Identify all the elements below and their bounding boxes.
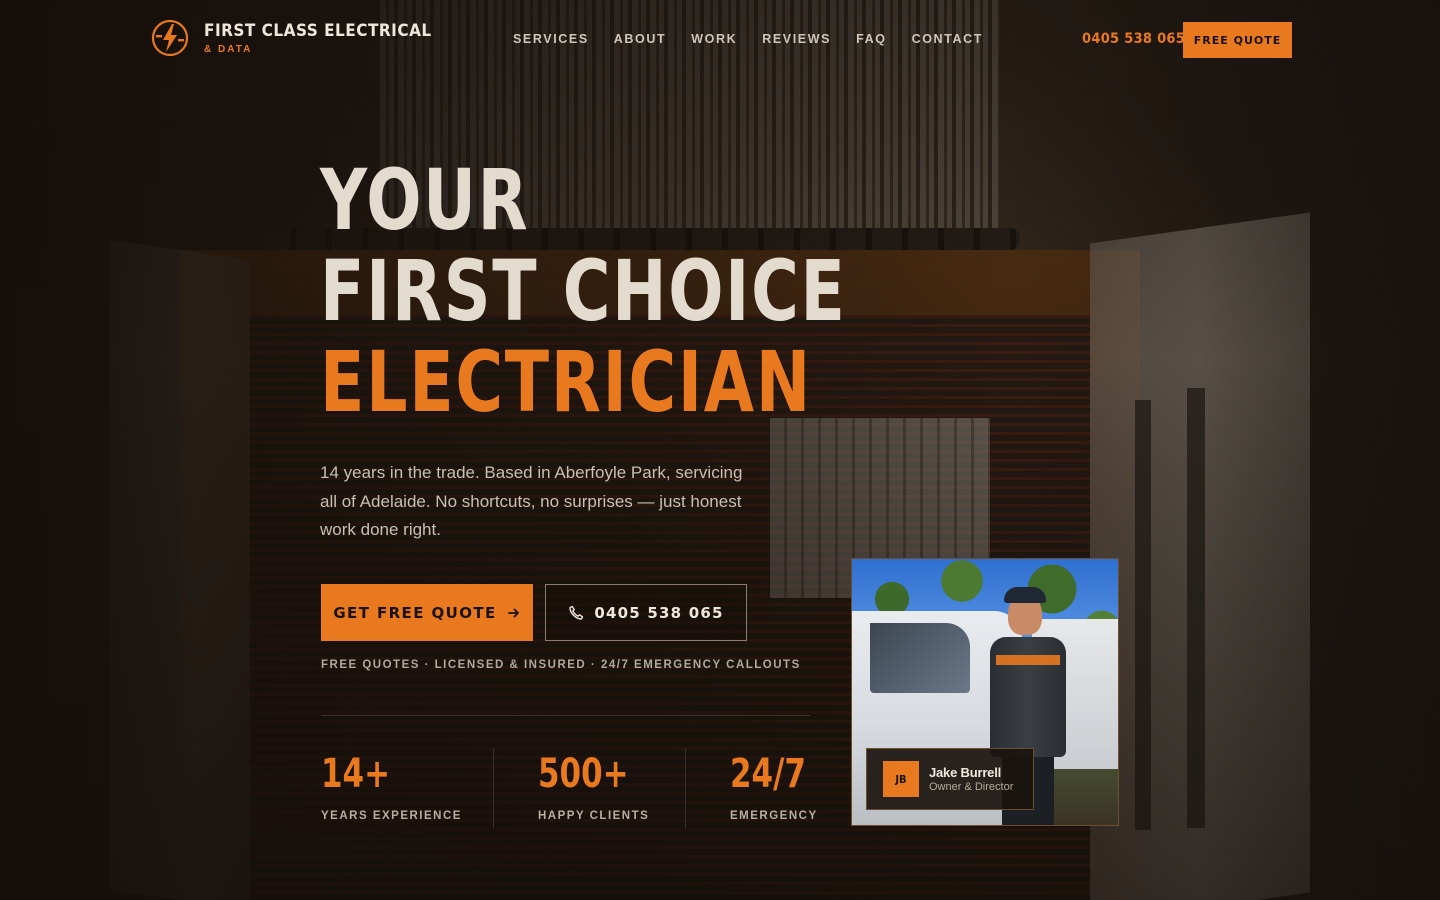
nav-item-contact[interactable]: CONTACT (912, 32, 983, 46)
lightning-plug-icon (151, 19, 189, 57)
stat-value: 500+ (538, 751, 629, 797)
stats-divider (321, 715, 811, 716)
stat-separator (493, 748, 494, 828)
owner-role: Owner & Director (929, 781, 1014, 793)
owner-name-tag: JB Jake Burrell Owner & Director (866, 748, 1034, 810)
header-free-quote-button[interactable]: FREE QUOTE (1183, 22, 1292, 58)
header-phone-link[interactable]: 0405 538 065 (1082, 31, 1185, 47)
hero-title-line-2: FIRST CHOICE (320, 242, 847, 340)
call-phone-button[interactable]: 0405 538 065 (545, 584, 747, 641)
arrow-right-icon (507, 608, 519, 617)
stat-label: HAPPY CLIENTS (538, 810, 650, 822)
stat-label: EMERGENCY (730, 810, 818, 822)
hero-subtitle: 14 years in the trade. Based in Aberfoyl… (320, 463, 743, 539)
trust-badges-line: FREE QUOTES · LICENSED & INSURED · 24/7 … (321, 659, 801, 671)
brand-name: FIRST CLASS ELECTRICAL (204, 21, 432, 41)
stat-separator (685, 748, 686, 828)
hero-title-line-1: YOUR (320, 151, 530, 249)
stat-years-experience: 14+ YEARS EXPERIENCE (321, 748, 462, 828)
get-free-quote-button[interactable]: GET FREE QUOTE (321, 584, 533, 641)
owner-photo-card: JB Jake Burrell Owner & Director (851, 558, 1119, 826)
hero-title: YOUR FIRST CHOICE ELECTRICIAN (320, 155, 847, 428)
brand-text: FIRST CLASS ELECTRICAL & DATA (204, 21, 432, 55)
stat-emergency: 24/7 EMERGENCY (730, 748, 818, 828)
stats-row: 14+ YEARS EXPERIENCE 500+ HAPPY CLIENTS … (321, 748, 821, 828)
stat-label: YEARS EXPERIENCE (321, 810, 462, 822)
site-header: FIRST CLASS ELECTRICAL & DATA SERVICES A… (0, 0, 1440, 80)
stat-happy-clients: 500+ HAPPY CLIENTS (538, 748, 649, 828)
brand-subtitle: & DATA (204, 44, 253, 55)
stat-value: 14+ (321, 751, 391, 797)
owner-avatar: JB (883, 761, 919, 797)
stat-value: 24/7 (730, 751, 806, 797)
phone-icon (569, 605, 584, 620)
get-free-quote-label: GET FREE QUOTE (333, 603, 497, 622)
nav-item-about[interactable]: ABOUT (614, 32, 666, 46)
nav-item-faq[interactable]: FAQ (856, 32, 887, 46)
call-phone-label: 0405 538 065 (594, 603, 724, 622)
nav-item-services[interactable]: SERVICES (513, 32, 589, 46)
nav-item-work[interactable]: WORK (691, 32, 737, 46)
main-nav: SERVICES ABOUT WORK REVIEWS FAQ CONTACT (513, 32, 1008, 46)
owner-name: Jake Burrell (929, 765, 1002, 780)
nav-item-reviews[interactable]: REVIEWS (762, 32, 831, 46)
brand-logo[interactable]: FIRST CLASS ELECTRICAL & DATA (150, 18, 432, 58)
hero-title-line-3: ELECTRICIAN (320, 333, 812, 431)
